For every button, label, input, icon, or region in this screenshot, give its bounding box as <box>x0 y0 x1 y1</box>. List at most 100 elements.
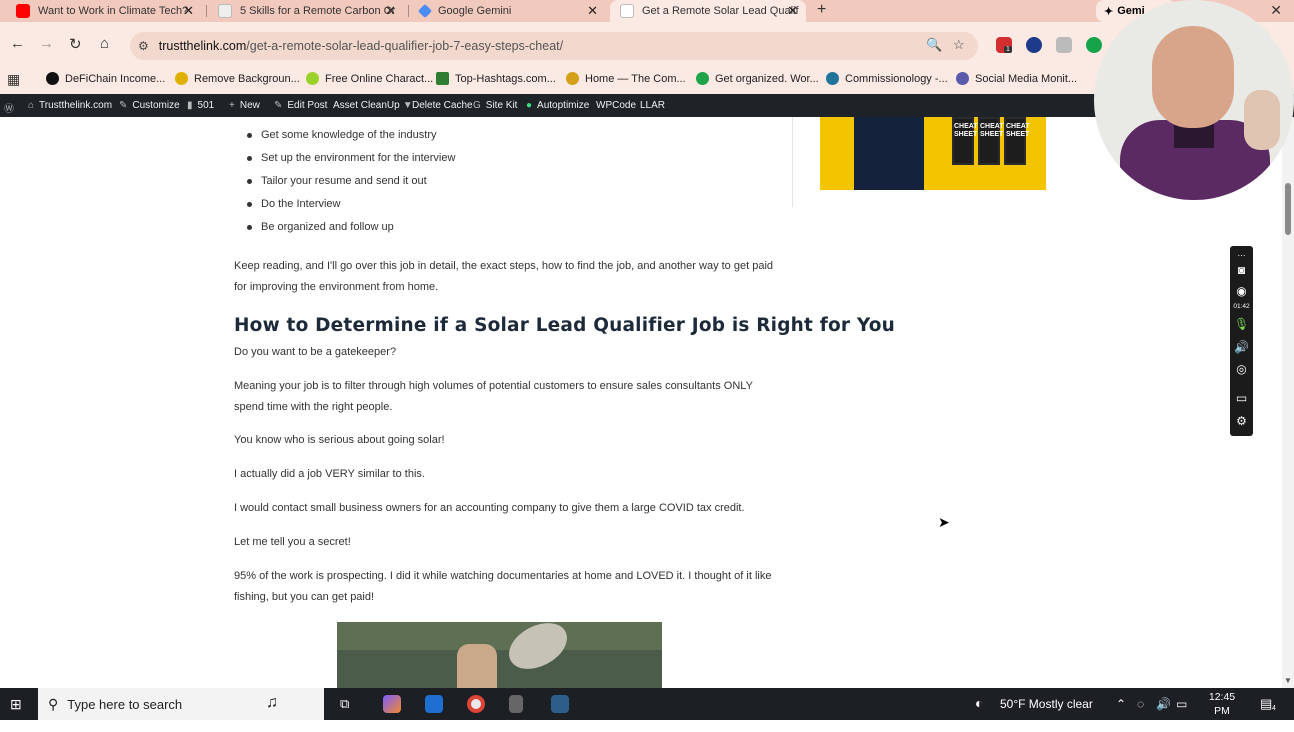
cheat-card: CHEAT SHEET <box>1004 117 1030 165</box>
cheat-sheet-banner-image[interactable]: CHEAT SHEET CHEAT SHEET CHEAT SHEET <box>820 117 1046 190</box>
wp-autoptimize[interactable]: ● Autoptimize <box>526 100 589 111</box>
wp-site-kit[interactable]: G Site Kit <box>473 100 517 111</box>
cheat-card: CHEAT SHEET <box>952 117 978 165</box>
tab-solar-lead-qualifier[interactable]: Get a Remote Solar Lead Qualif ✕ <box>610 0 806 22</box>
tab-carbon-skills[interactable]: 5 Skills for a Remote Carbon Cr ✕ <box>208 0 404 22</box>
tab-climate-tech[interactable]: Want to Work in Climate Tech? ✕ <box>6 0 202 22</box>
copilot-icon[interactable] <box>383 695 401 713</box>
bookmark-item[interactable]: Home — The Com... <box>566 72 686 85</box>
volume-icon[interactable]: 🔊 <box>1156 697 1171 711</box>
bookmark-label: Top-Hashtags.com... <box>455 72 556 85</box>
wp-comments[interactable]: ▮ 501 <box>187 100 214 111</box>
bookmark-label: Get organized. Wor... <box>715 72 819 85</box>
weather-icon[interactable]: ◐ <box>975 695 983 711</box>
tab-title: Want to Work in Climate Tech? <box>38 5 189 17</box>
new-tab-button[interactable]: + <box>817 1 826 19</box>
app-icon[interactable] <box>509 695 523 713</box>
tab-separator <box>408 5 409 17</box>
camera-icon[interactable]: ◙ <box>1234 263 1249 278</box>
bookmark-label: Home — The Com... <box>585 72 686 85</box>
bookmark-icon <box>566 72 579 85</box>
youtube-icon <box>16 4 30 18</box>
extension-badge: 1 <box>1004 46 1012 53</box>
zoom-icon[interactable]: 🔍 <box>926 37 942 53</box>
bookmark-item[interactable]: Top-Hashtags.com... <box>436 72 556 85</box>
weather-text[interactable]: 50°F Mostly clear <box>1000 697 1093 711</box>
webcam-icon[interactable]: ◎ <box>1234 362 1249 377</box>
windows-start-icon[interactable]: ⊞ <box>10 696 22 713</box>
wp-delete-cache[interactable]: Delete Cache <box>412 100 473 111</box>
wp-customize[interactable]: ✎ Customize <box>119 100 180 111</box>
microphone-icon[interactable]: 🎙 <box>1234 317 1249 332</box>
water <box>337 650 662 688</box>
wordpress-icon <box>826 72 839 85</box>
network-icon[interactable]: ◌ <box>1137 697 1144 711</box>
window-close-icon[interactable]: ✕ <box>1270 2 1282 19</box>
wp-new[interactable]: + New <box>229 100 260 111</box>
settings-gear-icon[interactable]: ⚙ <box>1234 414 1249 429</box>
address-bar[interactable]: ⚙ trustthelink.com /get-a-remote-solar-l… <box>130 32 978 60</box>
list-item: Do the Interview <box>246 197 455 220</box>
paragraph: Meaning your job is to filter through hi… <box>234 380 753 413</box>
screen-icon[interactable]: ▭ <box>1234 391 1249 406</box>
scroll-down-icon[interactable]: ▼ <box>1284 676 1292 685</box>
bookmark-item[interactable]: Free Online Charact... <box>306 72 433 85</box>
paragraph: You know who is serious about going sola… <box>234 434 445 446</box>
tab-google-gemini[interactable]: Google Gemini ✕ <box>410 0 606 22</box>
scrollbar-thumb[interactable] <box>1285 183 1291 235</box>
close-icon[interactable]: ✕ <box>587 3 598 19</box>
taskbar-search-input[interactable]: ⚲ Type here to search ♫ <box>38 688 324 720</box>
bookmark-item[interactable]: DeFiChain Income... <box>46 72 165 85</box>
status-dot-icon: ● <box>526 100 533 111</box>
bookmark-item[interactable]: Social Media Monit... <box>956 72 1077 85</box>
bookmark-item[interactable]: Get organized. Wor... <box>696 72 819 85</box>
close-icon[interactable]: ✕ <box>385 3 396 19</box>
wp-wpcode[interactable]: WPCode <box>596 100 636 111</box>
battery-icon[interactable]: ▭ <box>1176 697 1187 711</box>
bookmark-item[interactable]: Remove Backgroun... <box>175 72 300 85</box>
wp-asset-cleanup[interactable]: Asset CleanUp ▼ <box>333 100 418 111</box>
url-host: trustthelink.com <box>158 39 247 53</box>
site-info-icon[interactable]: ⚙ <box>138 39 149 53</box>
wordpress-logo-icon[interactable]: Ⓦ <box>4 100 19 115</box>
drag-handle-icon[interactable]: ⋯ <box>1234 248 1249 263</box>
bookmark-item[interactable]: Commissionology -... <box>826 72 948 85</box>
tab-title: Google Gemini <box>438 5 512 17</box>
home-icon[interactable]: ⌂ <box>100 35 109 52</box>
presenter-figure <box>854 117 924 190</box>
pencil-icon: ✎ <box>274 100 283 111</box>
extension-icon[interactable] <box>1026 37 1042 53</box>
app-icon[interactable] <box>551 695 569 713</box>
wp-site-name[interactable]: ⌂ Trustthelink.com <box>28 100 112 111</box>
windows-taskbar: ⊞ ⚲ Type here to search ♫ ⧉ ◐ 50°F Mostl… <box>0 688 1294 731</box>
paragraph: Do you want to be a gatekeeper? <box>234 346 397 358</box>
app-icon[interactable] <box>425 695 443 713</box>
task-view-icon[interactable]: ⧉ <box>340 696 349 712</box>
tab-separator <box>206 5 207 17</box>
speaker-icon[interactable]: 🔊 <box>1234 340 1249 355</box>
bookmark-star-icon[interactable]: ☆ <box>953 37 965 53</box>
clock-time: 12:45 PM <box>1208 691 1236 717</box>
list-item: Tailor your resume and send it out <box>246 174 455 197</box>
gemini-icon <box>417 3 433 19</box>
apps-grid-icon[interactable]: ▦ <box>7 71 20 88</box>
bookmark-label: Social Media Monit... <box>975 72 1078 85</box>
wp-edit-post[interactable]: ✎ Edit Post <box>274 100 327 111</box>
page-content: Get some knowledge of the industry Set u… <box>0 117 1282 688</box>
extension-icon[interactable] <box>1056 37 1072 53</box>
forward-icon[interactable]: → <box>39 35 54 52</box>
grammarly-icon[interactable] <box>1086 37 1102 53</box>
reload-icon[interactable]: ↻ <box>69 35 82 53</box>
back-icon[interactable]: ← <box>10 35 25 52</box>
chrome-icon[interactable] <box>467 695 485 713</box>
chevron-up-icon[interactable]: ⌃ <box>1116 697 1126 711</box>
wp-llar[interactable]: LLAR <box>640 100 665 111</box>
close-icon[interactable]: ✕ <box>787 3 798 19</box>
presenter-hand <box>1244 90 1280 150</box>
system-clock[interactable]: 12:45 PM 2/2/2026 <box>1200 690 1244 732</box>
sidebar-divider <box>792 117 793 207</box>
close-icon[interactable]: ✕ <box>183 3 194 19</box>
plus-icon: + <box>229 100 235 111</box>
record-stop-icon[interactable]: ◉ <box>1234 284 1249 299</box>
notification-icon[interactable]: ▤ <box>1260 696 1272 712</box>
